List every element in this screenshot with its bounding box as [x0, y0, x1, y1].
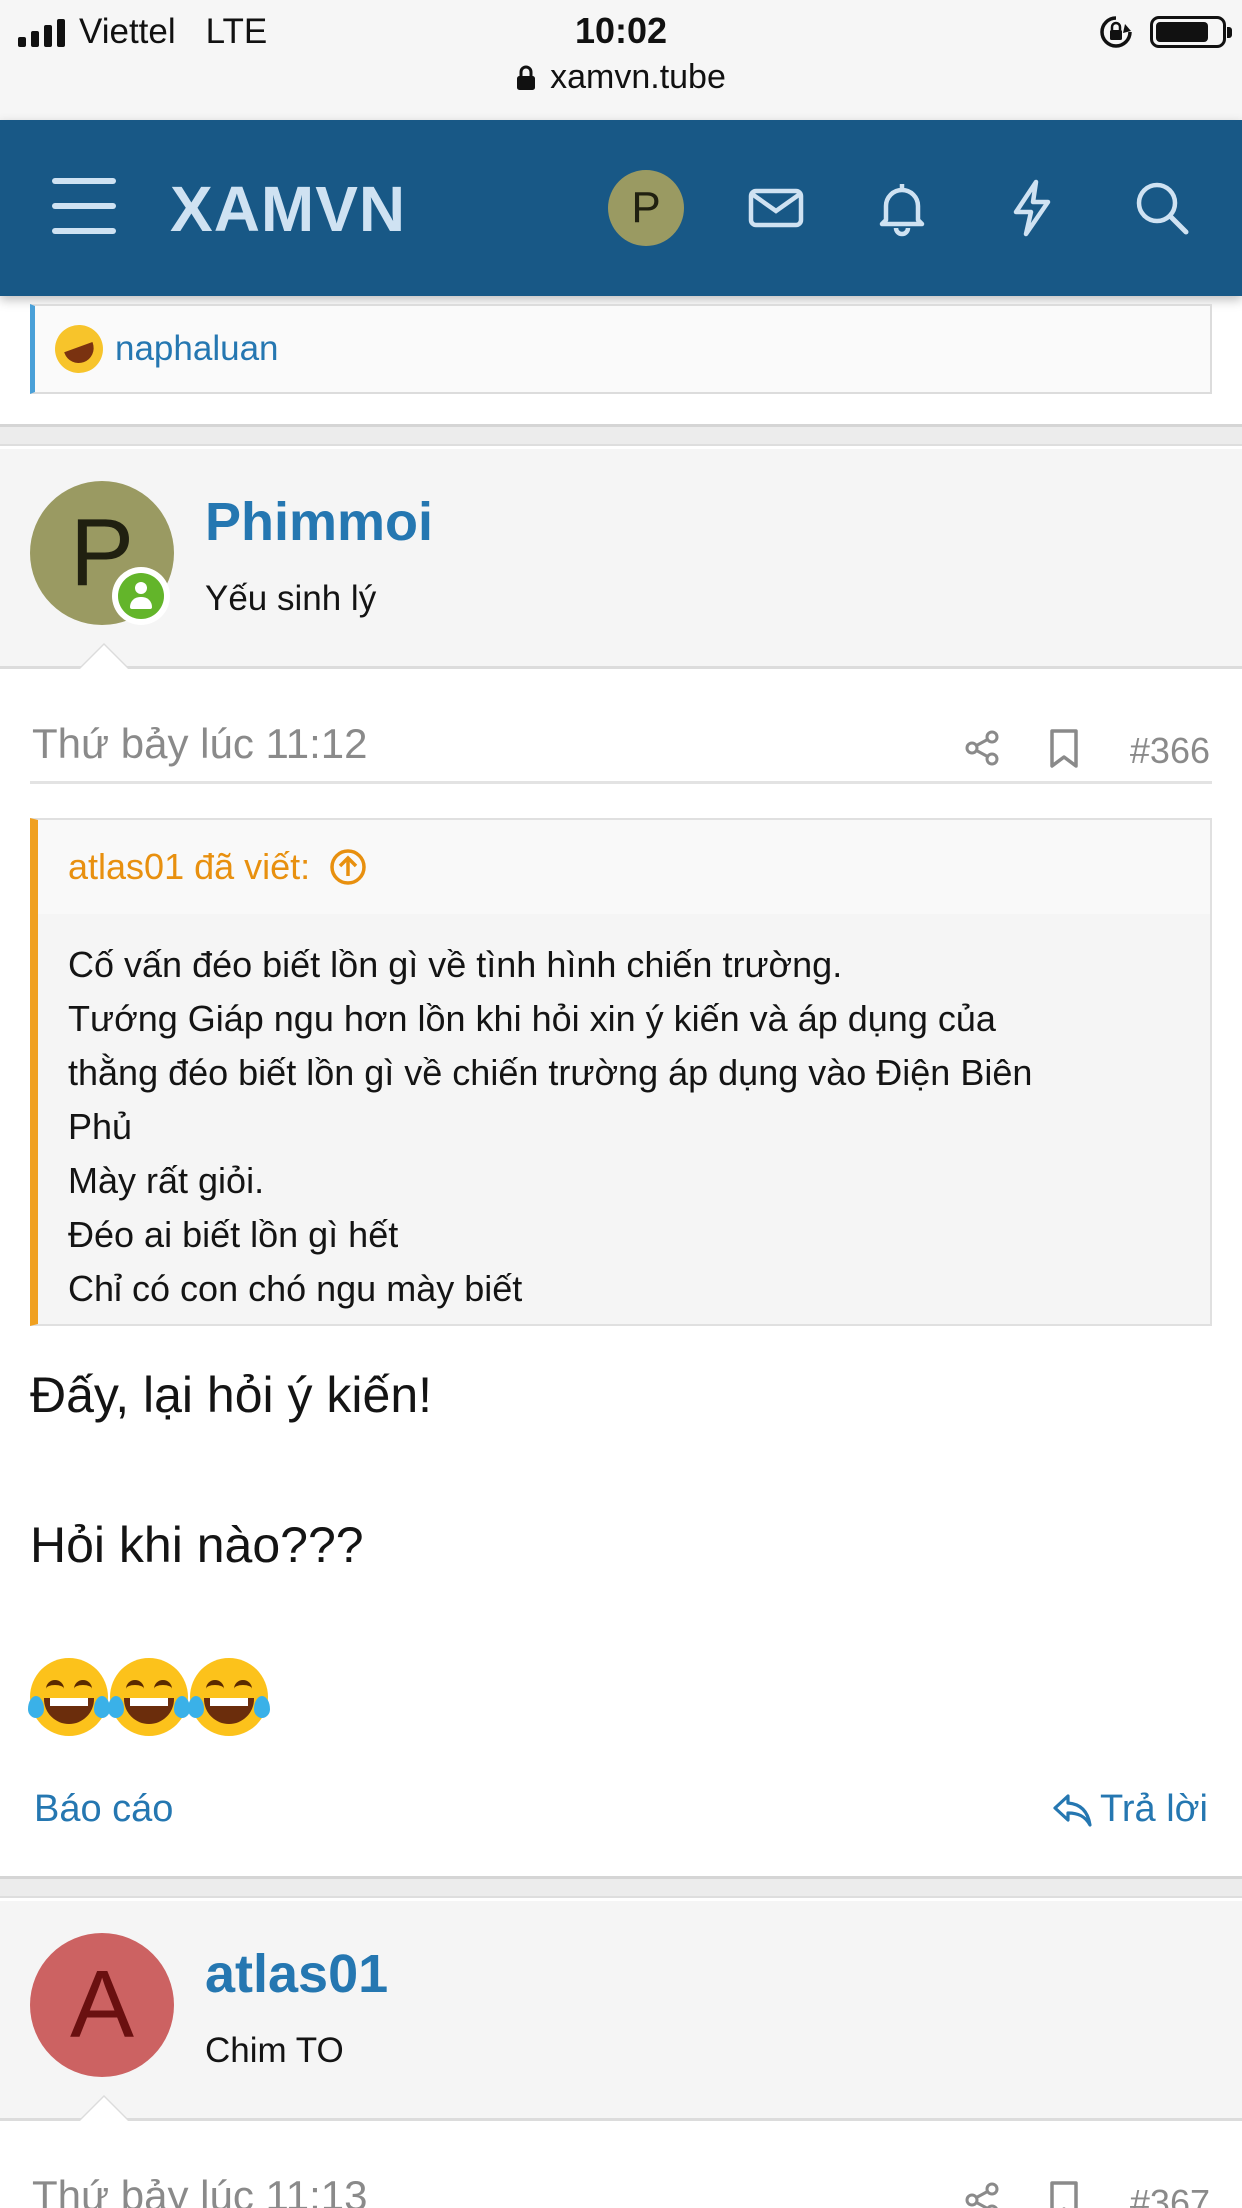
post-separator [0, 1876, 1242, 1898]
menu-icon[interactable] [52, 178, 116, 234]
post-actions: Báo cáo Trả lời [30, 1782, 1212, 1842]
report-link[interactable]: Báo cáo [34, 1788, 173, 1831]
user-title: Yếu sinh lý [205, 579, 377, 618]
tears-of-joy-emoji-icon [188, 1658, 270, 1736]
quote-line: Đéo ai biết lồn gì hết [68, 1214, 399, 1255]
pointer-arrow-fill [80, 645, 128, 669]
post-user-block: A atlas01 Chim TO [0, 1901, 1242, 2121]
quote-body: Cố vấn đéo biết lồn gì về tình hình chiế… [38, 914, 1210, 1316]
quote-line: thằng đéo biết lồn gì về chiến trường áp… [68, 1052, 1033, 1093]
reply-label: Trả lời [1100, 1788, 1208, 1830]
bookmark-icon[interactable] [1046, 728, 1082, 770]
status-bar: Viettel LTE 10:02 xamvn.tube [0, 0, 1242, 120]
share-icon[interactable] [962, 2180, 1002, 2208]
tears-of-joy-emoji-icon [28, 1658, 110, 1736]
online-status-icon [112, 567, 170, 625]
url-text: xamvn.tube [550, 58, 726, 96]
message-line: Đấy, lại hỏi ý kiến! [30, 1367, 433, 1423]
username[interactable]: atlas01 [205, 1943, 388, 2005]
mail-icon[interactable] [740, 172, 812, 244]
app-header: XAMVN P [0, 120, 1242, 296]
message-line: Hỏi khi nào??? [30, 1517, 364, 1573]
quote-line: Cố vấn đéo biết lồn gì về tình hình chiế… [68, 944, 843, 985]
share-icon[interactable] [962, 728, 1002, 768]
bookmark-icon[interactable] [1046, 2180, 1082, 2208]
avatar[interactable]: A [30, 1933, 174, 2077]
bell-icon[interactable] [866, 172, 938, 244]
user-title: Chim TO [205, 2031, 344, 2070]
quote-line: Phủ [68, 1106, 133, 1147]
quote-author[interactable]: atlas01 đã viết: [68, 846, 310, 888]
post-separator [0, 424, 1242, 446]
laughing-emoji-icon [48, 318, 110, 380]
post-meta: Thứ bảy lúc 11:12 #366 [30, 712, 1212, 784]
reply-icon [1053, 1793, 1092, 1827]
emoji-row [28, 1658, 270, 1736]
search-icon[interactable] [1126, 172, 1198, 244]
quote-block: atlas01 đã viết: Cố vấn đéo biết lồn gì … [30, 818, 1212, 1326]
reaction-summary[interactable]: naphaluan [30, 304, 1212, 394]
reactor-name[interactable]: naphaluan [115, 329, 279, 369]
lock-icon [517, 65, 536, 90]
account-avatar[interactable]: P [608, 170, 684, 246]
quote-line: Mày rất giỏi. [68, 1160, 265, 1201]
address-bar[interactable]: xamvn.tube [0, 58, 1242, 97]
post-number[interactable]: #366 [1130, 730, 1210, 772]
tears-of-joy-emoji-icon [108, 1658, 190, 1736]
username[interactable]: Phimmoi [205, 491, 433, 553]
orientation-lock-icon [1100, 16, 1132, 48]
lightning-icon[interactable] [996, 172, 1068, 244]
quote-line: Chỉ có con chó ngu mày biết [68, 1268, 523, 1309]
battery-icon [1150, 16, 1232, 48]
post-date[interactable]: Thứ bảy lúc 11:13 [32, 2172, 368, 2208]
site-logo[interactable]: XAMVN [170, 172, 406, 246]
post-user-block: P Phimmoi Yếu sinh lý [0, 449, 1242, 669]
post-meta: Thứ bảy lúc 11:13 #367 [30, 2164, 1212, 2208]
reply-button[interactable]: Trả lời [1050, 1788, 1208, 1831]
pointer-arrow-fill [80, 2097, 128, 2121]
clock: 10:02 [574, 10, 668, 51]
post-number[interactable]: #367 [1130, 2182, 1210, 2208]
quote-header[interactable]: atlas01 đã viết: [38, 820, 1210, 914]
status-right [1098, 14, 1232, 50]
post-date[interactable]: Thứ bảy lúc 11:12 [32, 720, 368, 768]
quote-line: Tướng Giáp ngu hơn lồn khi hỏi xin ý kiế… [68, 998, 996, 1039]
go-to-quote-icon[interactable] [328, 847, 368, 887]
